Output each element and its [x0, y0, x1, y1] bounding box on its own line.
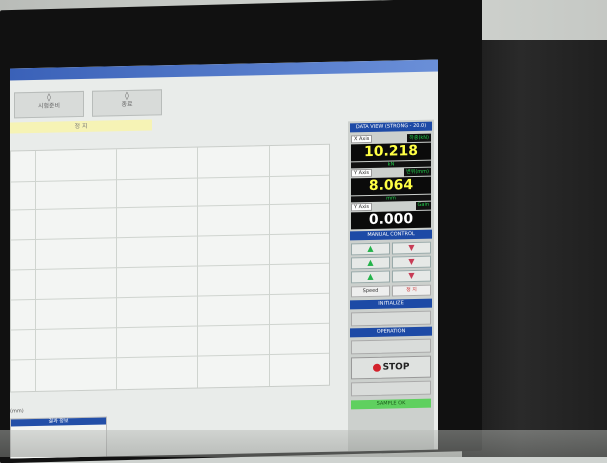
jog-up-fast-icon[interactable]: ▲	[351, 242, 390, 256]
ch1-mode[interactable]: 하중(kN)	[407, 133, 431, 143]
desk-surface	[0, 430, 607, 457]
ch2-mode[interactable]: 변위(mm)	[404, 167, 431, 177]
speed-button[interactable]: Speed	[351, 285, 390, 298]
jog-up-icon[interactable]: ▲	[351, 256, 390, 270]
initialize-title: INITIALIZE	[350, 298, 432, 310]
result-info-header: 결과 정보	[11, 417, 106, 427]
operation-title: OPERATION	[350, 326, 432, 338]
ch3-value: 0.000	[351, 210, 431, 230]
side-cabinet	[462, 40, 607, 457]
ch2-value: 8.064	[351, 176, 431, 196]
data-view-panel: DATA VIEW (STRONG - 20.0) X Axis 하중(kN) …	[348, 119, 434, 452]
ch1-row: X Axis 하중(kN)	[351, 133, 431, 144]
sample-status: SAMPLE OK	[351, 398, 431, 410]
jog-down-icon[interactable]: ▼	[392, 255, 431, 269]
ch3-row: Y Axis Gain	[351, 201, 431, 212]
extra-button[interactable]	[351, 380, 431, 397]
ch2-row: Y Axis 변위(mm)	[351, 167, 431, 178]
stop-button[interactable]: STOP	[351, 355, 431, 380]
stop-icon	[372, 363, 381, 372]
jog-up-slow-icon[interactable]: ▲	[351, 270, 390, 284]
ch3-label: Y Axis	[351, 202, 373, 212]
jog-down-fast-icon[interactable]: ▼	[392, 241, 431, 255]
ch3-mode[interactable]: Gain	[415, 201, 431, 210]
stop-mini-button[interactable]: 정 지	[392, 284, 431, 297]
monitor-screen: ◊ 시험준비 ◊ 종료 정 지 (mm) 결과 정보 DATA VIEW (STRO…	[10, 59, 438, 459]
status-strip: 정 지	[10, 119, 152, 134]
manual-control-grid: ▲ ▼ ▲ ▼ ▲ ▼	[351, 241, 431, 284]
ch1-value: 10.218	[351, 142, 431, 162]
operation-button[interactable]	[351, 338, 431, 355]
panel-title: DATA VIEW (STRONG - 20.0)	[350, 121, 432, 133]
manual-control-title: MANUAL CONTROL	[350, 229, 432, 241]
manual-mini-row: Speed 정 지	[351, 284, 431, 298]
ch1-label: X Axis	[351, 134, 373, 144]
prepare-button[interactable]: ◊ 시험준비	[14, 90, 84, 119]
axis-unit-label: (mm)	[10, 408, 24, 415]
end-button[interactable]: ◊ 종료	[92, 89, 162, 117]
graph-area	[10, 143, 330, 393]
jog-down-slow-icon[interactable]: ▼	[392, 269, 431, 283]
ch2-label: Y Axis	[351, 168, 373, 178]
toolbar: ◊ 시험준비 ◊ 종료	[10, 82, 340, 123]
initialize-button[interactable]	[351, 310, 431, 327]
